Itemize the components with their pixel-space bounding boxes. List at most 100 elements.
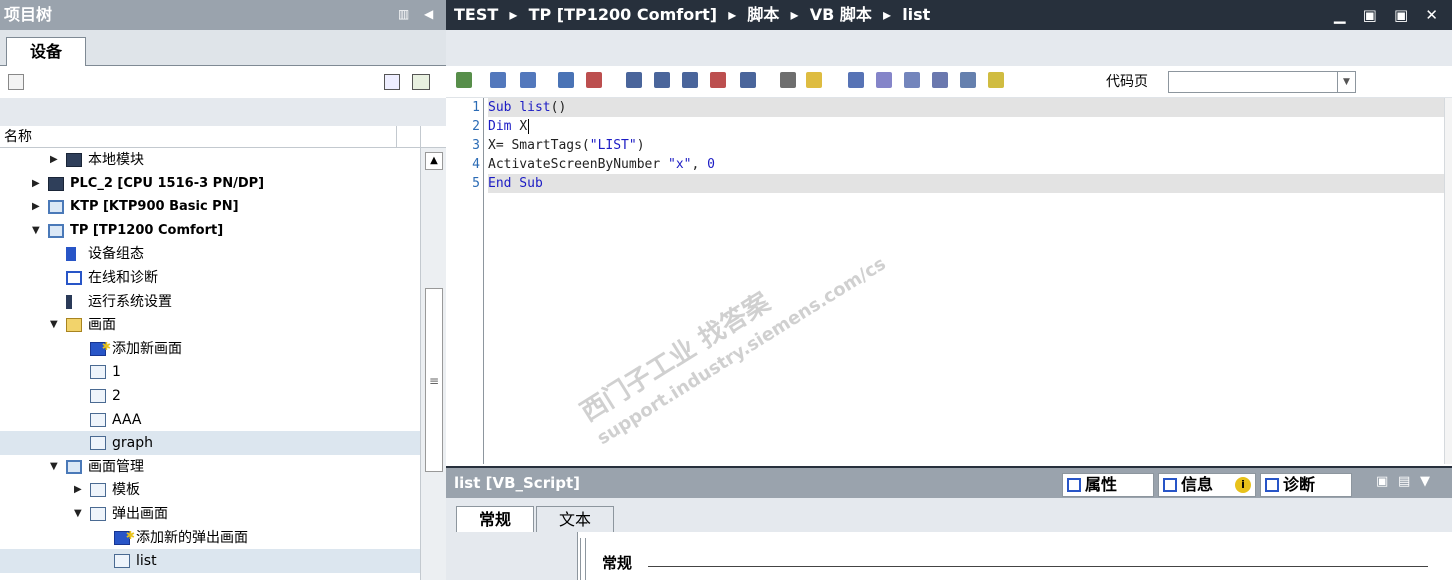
tab-devices[interactable]: 设备: [6, 37, 86, 67]
tree-item-画面管理[interactable]: ▼ 画面管理: [0, 455, 420, 479]
inspector-splitter[interactable]: [580, 538, 586, 580]
tree-item-运行系统设置[interactable]: 运行系统设置: [0, 290, 420, 314]
inspector-nav: [446, 532, 578, 580]
breadcrumb-item[interactable]: TEST: [454, 5, 498, 24]
refresh-tree-icon[interactable]: [412, 74, 430, 90]
hide-panel-arrow-icon[interactable]: ◀: [424, 6, 438, 22]
chevron-down-icon[interactable]: ▼: [1337, 72, 1355, 92]
prev-bookmark-icon[interactable]: [654, 72, 670, 88]
tree-item-aaa[interactable]: AAA: [0, 408, 420, 432]
panel-float-icon[interactable]: ▣: [1376, 474, 1388, 489]
column-name-label: 名称: [4, 129, 32, 145]
line-number: 1: [472, 100, 480, 115]
project-tree-toolbar: [0, 66, 446, 98]
tree-item-本地模块[interactable]: ▶ 本地模块: [0, 148, 420, 172]
panel-collapse-icon[interactable]: ▼: [1420, 474, 1430, 489]
object-list-icon[interactable]: [876, 72, 892, 88]
screen-icon: [114, 554, 130, 569]
tree-item-tp-[tp1200-comfort][interactable]: ▼ TP [TP1200 Comfort]: [0, 219, 420, 243]
breadcrumb-separator-icon: ▸: [717, 5, 748, 24]
hmi-icon: [48, 223, 64, 238]
highlight-icon[interactable]: [806, 72, 822, 88]
chevron-right-icon[interactable]: ▶: [32, 195, 40, 219]
line-number: 4: [472, 157, 480, 172]
chevron-down-icon[interactable]: ▼: [74, 502, 82, 526]
code-line[interactable]: Sub list(): [488, 98, 1444, 117]
chevron-down-icon[interactable]: ▼: [50, 313, 58, 337]
tree-scrollbar[interactable]: ▲ ≡: [420, 148, 446, 580]
outdent-icon[interactable]: [520, 72, 536, 88]
chevron-right-icon[interactable]: ▶: [50, 148, 58, 172]
panel-layout-icon[interactable]: ▤: [1398, 474, 1410, 489]
code-line[interactable]: ActivateScreenByNumber "x", 0: [488, 155, 1444, 174]
parameter-info-icon[interactable]: [932, 72, 948, 88]
editor-breadcrumb: TEST ▸ TP [TP1200 Comfort] ▸ 脚本 ▸ VB 脚本 …: [446, 0, 1452, 30]
info-icon: [1163, 478, 1177, 492]
tab-properties[interactable]: 属性: [1062, 473, 1154, 497]
project-view-icon[interactable]: [8, 74, 24, 90]
chevron-down-icon[interactable]: ▼: [50, 455, 58, 479]
inspector-panel: list [VB_Script] 属性 信息 i 诊断 ▣ ▤ ▼ 常规 文本 …: [446, 466, 1452, 580]
screen-management-icon: [66, 459, 82, 474]
tree-item-画面[interactable]: ▼ 画面: [0, 313, 420, 337]
property-list-icon[interactable]: [904, 72, 920, 88]
subtab-general[interactable]: 常规: [456, 506, 534, 534]
comment-icon[interactable]: [558, 72, 574, 88]
detail-view-icon[interactable]: [384, 74, 400, 90]
chevron-down-icon[interactable]: ▼: [32, 219, 40, 243]
uncomment-icon[interactable]: [586, 72, 602, 88]
code-editor[interactable]: 1 2 3 4 5 Sub list() Dim X X= SmartTags("LIST"…: [450, 98, 1444, 464]
window-controls[interactable]: ▁ ▣ ▣ ✕: [1334, 0, 1444, 30]
tab-info[interactable]: 信息 i: [1158, 473, 1256, 497]
block-icon[interactable]: [780, 72, 796, 88]
code-line[interactable]: X= SmartTags("LIST"): [488, 136, 1444, 155]
compile-icon[interactable]: [456, 72, 472, 88]
tree-item-plc_2-[cpu-1516-3-pn/dp][interactable]: ▶ PLC_2 [CPU 1516-3 PN/DP]: [0, 172, 420, 196]
tree-item-2[interactable]: 2: [0, 384, 420, 408]
inspector-subtabs: 常规 文本: [446, 498, 1452, 534]
watermark: 西门子工业 找答案 support.industry.siemens.com/c…: [576, 212, 945, 505]
tree-item-list[interactable]: list: [0, 549, 420, 574]
tree-item-1[interactable]: 1: [0, 360, 420, 384]
tree-item-label: KTP [KTP900 Basic PN]: [70, 199, 239, 215]
watermark-line-1: 西门子工业 找答案: [575, 287, 776, 428]
breadcrumb-separator-icon: ▸: [498, 5, 529, 24]
tree-item-graph[interactable]: graph: [0, 431, 420, 456]
subtab-text[interactable]: 文本: [536, 506, 614, 534]
breadcrumb-item[interactable]: 脚本: [747, 5, 779, 24]
word-complete-icon[interactable]: [988, 72, 1004, 88]
breadcrumb-item[interactable]: VB 脚本: [810, 5, 872, 24]
tree-item-label: 2: [112, 388, 121, 404]
bookmark-icon[interactable]: [626, 72, 642, 88]
code-line[interactable]: Dim X: [488, 117, 1444, 136]
next-bookmark-icon[interactable]: [682, 72, 698, 88]
tree-item-弹出画面[interactable]: ▼ 弹出画面: [0, 502, 420, 526]
tree-item-添加新画面[interactable]: 添加新画面: [0, 335, 420, 361]
syntax-list-icon[interactable]: [848, 72, 864, 88]
clear-bookmarks-icon[interactable]: [710, 72, 726, 88]
breadcrumb-separator-icon: ▸: [779, 5, 810, 24]
code-line[interactable]: End Sub: [488, 174, 1444, 193]
codepage-select[interactable]: ▼: [1168, 71, 1356, 93]
line-number: 5: [472, 176, 480, 191]
breadcrumb-item[interactable]: list: [902, 5, 930, 24]
scroll-up-arrow-icon[interactable]: ▲: [425, 152, 443, 170]
screen-icon: [90, 436, 106, 451]
tree-item-ktp-[ktp900-basic-pn][interactable]: ▶ KTP [KTP900 Basic PN]: [0, 195, 420, 219]
chevron-right-icon[interactable]: ▶: [74, 478, 82, 502]
tab-diagnostics[interactable]: 诊断: [1260, 473, 1352, 497]
diagnostics-icon: [1265, 478, 1279, 492]
go-to-icon[interactable]: [740, 72, 756, 88]
tree-item-添加新的弹出画面[interactable]: 添加新的弹出画面: [0, 524, 420, 550]
tree-item-模板[interactable]: ▶ 模板: [0, 478, 420, 502]
snippet-icon[interactable]: [960, 72, 976, 88]
chevron-right-icon[interactable]: ▶: [32, 172, 40, 196]
tree-item-在线和诊断[interactable]: 在线和诊断: [0, 266, 420, 290]
editor-header-area: [446, 30, 1452, 66]
indent-icon[interactable]: [490, 72, 506, 88]
screen-icon: [90, 412, 106, 427]
tree-item-设备组态[interactable]: 设备组态: [0, 242, 420, 266]
project-tree-title: 项目树: [0, 0, 446, 30]
breadcrumb-item[interactable]: TP [TP1200 Comfort]: [529, 5, 717, 24]
collapse-panel-icon[interactable]: ▥: [398, 6, 412, 22]
